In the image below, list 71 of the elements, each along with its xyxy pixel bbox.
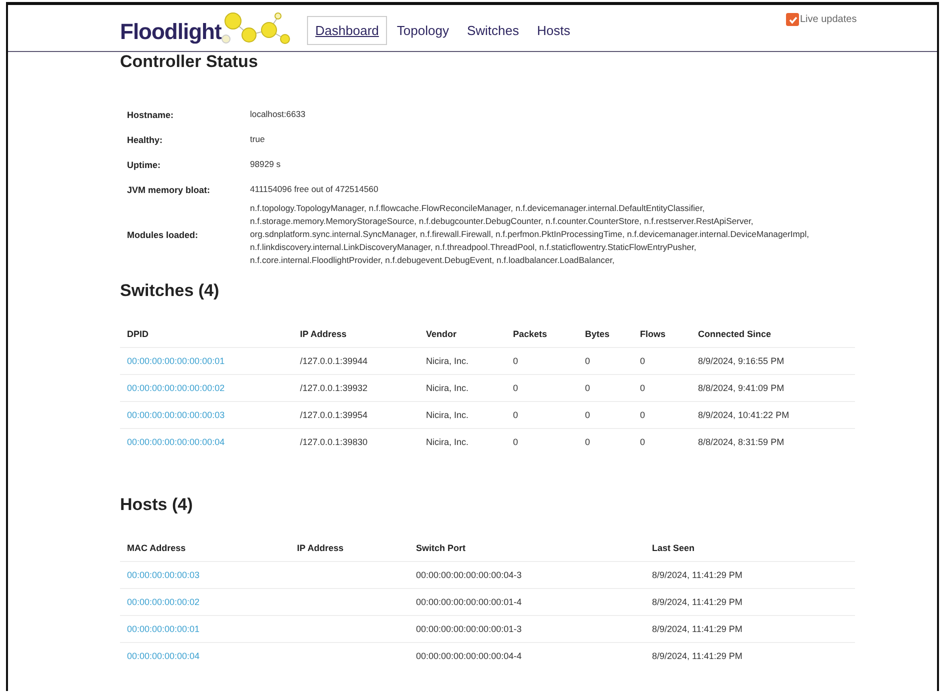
table-cell: 0 bbox=[585, 410, 590, 420]
mac-link[interactable]: 00:00:00:00:00:02 bbox=[127, 597, 200, 607]
column-header: Switch Port bbox=[409, 543, 645, 562]
table-cell: 00:00:00:00:00:00:00:01-3 bbox=[416, 624, 522, 634]
table-cell: 8/8/2024, 9:41:09 PM bbox=[698, 383, 784, 393]
table-cell: /127.0.0.1:39932 bbox=[300, 383, 368, 393]
status-value: true bbox=[250, 133, 266, 146]
status-label: Modules loaded: bbox=[126, 230, 200, 240]
column-header: DPID bbox=[120, 329, 293, 348]
table-cell: 8/9/2024, 11:41:29 PM bbox=[652, 597, 742, 607]
logo-text: Floodlight bbox=[120, 19, 222, 45]
column-header: Bytes bbox=[578, 329, 633, 348]
column-header: Last Seen bbox=[645, 543, 855, 562]
section-heading: Switches (4) bbox=[120, 281, 220, 301]
table-cell: 00:00:00:00:00:00:00:04-4 bbox=[416, 651, 522, 661]
column-header: Vendor bbox=[419, 329, 506, 348]
status-label: Healthy: bbox=[126, 134, 164, 144]
table-cell: Nicira, Inc. bbox=[426, 383, 469, 393]
table-cell: /127.0.0.1:39830 bbox=[300, 437, 368, 447]
section-heading: Hosts (4) bbox=[120, 495, 194, 515]
table-cell: 0 bbox=[513, 383, 518, 393]
dpid-link[interactable]: 00:00:00:00:00:00:00:02 bbox=[127, 383, 225, 393]
status-label: Uptime: bbox=[126, 160, 162, 170]
table-cell: 8/9/2024, 11:41:29 PM bbox=[652, 651, 742, 661]
column-header: Connected Since bbox=[691, 329, 855, 348]
dpid-link[interactable]: 00:00:00:00:00:00:00:04 bbox=[127, 437, 225, 447]
table-cell: 0 bbox=[585, 356, 590, 366]
mac-link[interactable]: 00:00:00:00:00:03 bbox=[127, 570, 200, 580]
table-cell: /127.0.0.1:39954 bbox=[300, 410, 368, 420]
table-cell: 8/9/2024, 10:41:22 PM bbox=[698, 410, 790, 420]
table-cell: 8/8/2024, 8:31:59 PM bbox=[698, 437, 784, 447]
table-cell: 0 bbox=[585, 437, 590, 447]
column-header: IP Address bbox=[293, 329, 419, 348]
column-header: IP Address bbox=[290, 543, 409, 562]
table-cell: 0 bbox=[640, 356, 646, 366]
table-cell: 8/9/2024, 11:41:29 PM bbox=[652, 570, 742, 580]
table-cell: 0 bbox=[513, 410, 518, 420]
status-label: JVM memory bloat: bbox=[126, 184, 212, 194]
table-cell: 8/9/2024, 9:16:55 PM bbox=[698, 356, 784, 366]
table-cell: 0 bbox=[640, 383, 646, 393]
table-cell: 0 bbox=[640, 410, 646, 420]
nav-tab[interactable]: Dashboard bbox=[307, 16, 387, 44]
nav-tab[interactable]: Hosts bbox=[528, 16, 578, 44]
section-heading: Controller Status bbox=[120, 52, 259, 72]
live-updates-checkbox[interactable] bbox=[786, 13, 799, 26]
column-header: Packets bbox=[506, 329, 578, 348]
table-cell: Nicira, Inc. bbox=[426, 356, 469, 366]
dpid-link[interactable]: 00:00:00:00:00:00:00:03 bbox=[127, 410, 225, 420]
dpid-link[interactable]: 00:00:00:00:00:00:00:01 bbox=[127, 356, 225, 366]
nav-tab[interactable]: Switches bbox=[458, 16, 527, 44]
status-label: Hostname: bbox=[126, 110, 175, 120]
table-cell: Nicira, Inc. bbox=[426, 437, 469, 447]
nav-tab[interactable]: Topology bbox=[388, 16, 457, 44]
status-value: localhost:6633 bbox=[250, 108, 306, 121]
status-value: 411154096 free out of 472514560 bbox=[250, 183, 380, 196]
table-cell: 0 bbox=[513, 356, 518, 366]
live-updates-label: Live updates bbox=[800, 14, 857, 25]
column-header: MAC Address bbox=[120, 543, 290, 562]
status-value: 98929 s bbox=[250, 158, 282, 171]
mac-link[interactable]: 00:00:00:00:00:04 bbox=[127, 651, 200, 661]
status-value: n.f.topology.TopologyManager, n.f.flowcache.FlowReconcileManager, n.f.devicemanager.internal.DefaultEntityClassifier, n.f.storage.memory.MemoryStorageSource, n.f.debugcounter.DebugCounter, n.f.counter.CounterStore, n.f.restserver.RestApiServer, org.sdnplatform.sync.internal.SyncManager, n.f.firewall.Firewall, n.f.perfmon.PktInProcessingTime, n.f.devicemanager.internal.DeviceManagerImpl, n.f.linkdiscovery.internal.LinkDiscoveryManager, n.f.threadpool.ThreadPool, n.f.staticflowentry.StaticFlowEntryPusher, n.f.core.internal.FloodlightProvider, n.f.debugevent.DebugEvent, n.f.loadbalancer.LoadBalancer, bbox=[250, 202, 810, 267]
table-cell: /127.0.0.1:39944 bbox=[300, 356, 368, 366]
table-cell: 0 bbox=[640, 437, 646, 447]
table-cell: 8/9/2024, 11:41:29 PM bbox=[652, 624, 742, 634]
table-cell: 00:00:00:00:00:00:00:04-3 bbox=[416, 570, 522, 580]
column-header: Flows bbox=[633, 329, 691, 348]
table-cell: 0 bbox=[513, 437, 518, 447]
table-cell: 0 bbox=[585, 383, 590, 393]
table-cell: Nicira, Inc. bbox=[426, 410, 469, 420]
mac-link[interactable]: 00:00:00:00:00:01 bbox=[127, 624, 200, 634]
table-cell: 00:00:00:00:00:00:00:01-4 bbox=[416, 597, 522, 607]
